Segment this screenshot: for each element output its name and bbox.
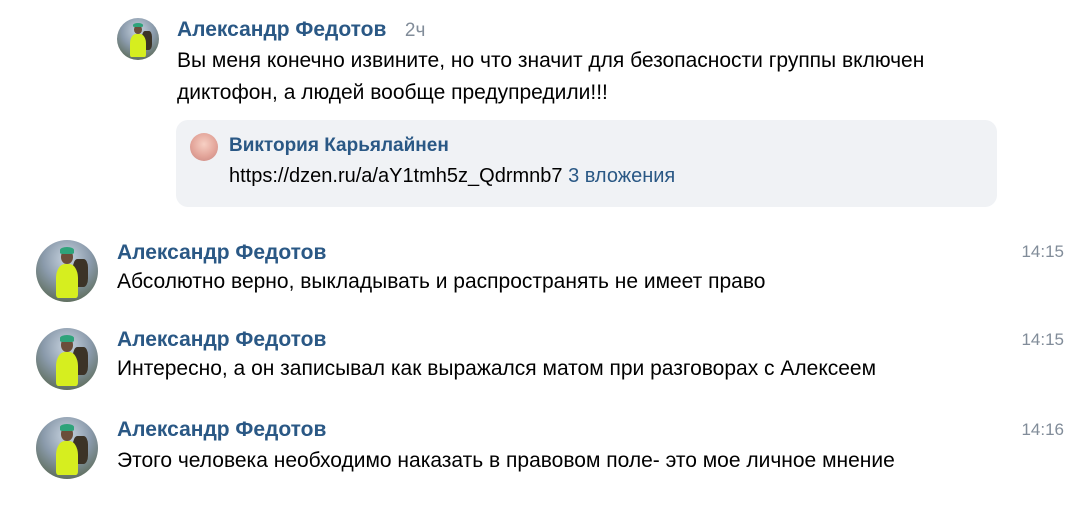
message-text: Этого человека необходимо наказать в пра… <box>117 449 895 472</box>
quoted-avatar[interactable] <box>190 133 218 161</box>
author-name[interactable]: Александр Федотов <box>117 418 326 442</box>
message-time[interactable]: 14:16 <box>1021 420 1064 440</box>
message-time[interactable]: 2ч <box>405 20 425 41</box>
avatar-cap <box>132 23 144 28</box>
avatar-cap <box>59 247 75 254</box>
quoted-author[interactable]: Виктория Карьялайнен <box>229 135 449 157</box>
message-item: Александр Федотов 14:16 Этого человека н… <box>0 416 1090 486</box>
message-text-line: Вы меня конечно извините, но что значит … <box>177 49 925 72</box>
author-name[interactable]: Александр Федотов <box>177 18 386 41</box>
author-name[interactable]: Александр Федотов <box>117 328 326 352</box>
avatar-jacket <box>55 440 79 476</box>
message-text: Абсолютно верно, выкладывать и распростр… <box>117 270 766 293</box>
attachments-link[interactable]: 3 вложения <box>568 165 675 187</box>
message-text-line: диктофон, а людей вообще предупредили!!! <box>177 81 608 104</box>
avatar[interactable] <box>36 417 98 479</box>
message-time[interactable]: 14:15 <box>1021 242 1064 262</box>
avatar-jacket <box>55 263 79 299</box>
message-item: Александр Федотов 14:15 Интересно, а он … <box>0 326 1090 396</box>
quoted-message[interactable]: Виктория Карьялайнен https://dzen.ru/a/a… <box>176 120 997 207</box>
avatar[interactable] <box>36 328 98 390</box>
message-text: Интересно, а он записывал как выражался … <box>117 357 877 380</box>
quoted-text: https://dzen.ru/a/aY1tmh5z_Qdrmnb7 3 вло… <box>229 165 675 188</box>
quoted-link[interactable]: https://dzen.ru/a/aY1tmh5z_Qdrmnb7 <box>229 165 563 187</box>
avatar-cap <box>59 335 75 342</box>
avatar-jacket <box>55 351 79 387</box>
reply-header: Александр Федотов 2ч <box>177 18 425 42</box>
message-time[interactable]: 14:15 <box>1021 330 1064 350</box>
avatar[interactable] <box>36 240 98 302</box>
message-item: Александр Федотов 14:15 Абсолютно верно,… <box>0 238 1090 308</box>
message-text: Вы меня конечно извините, но что значит … <box>177 45 924 109</box>
avatar-jacket <box>130 33 146 58</box>
avatar[interactable] <box>117 18 159 60</box>
author-name[interactable]: Александр Федотов <box>117 241 326 265</box>
avatar-cap <box>59 424 75 431</box>
